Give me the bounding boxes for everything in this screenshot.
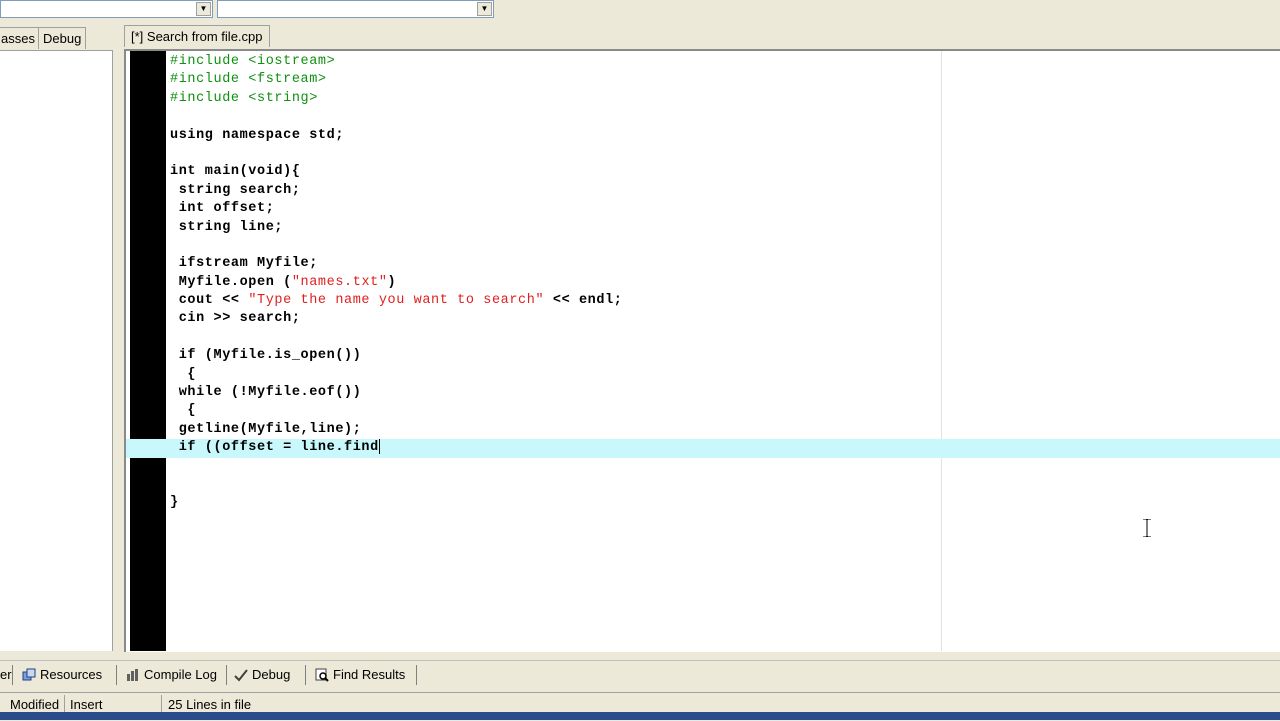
tab-debug-output[interactable]: Debug [232,665,302,685]
code-token: << endl; [544,293,623,309]
tab-classes[interactable]: asses [0,27,40,49]
code-line[interactable]: ​ [170,329,1280,347]
code-token: Myfile.open ( [170,274,292,290]
code-line[interactable]: cin >> search; [170,310,1280,328]
chevron-down-icon[interactable]: ▼ [196,2,211,16]
active-code-line[interactable]: if ((offset = line.find [126,439,1280,458]
debug-check-icon [234,669,248,682]
left-panel-tabs: asses Debug [0,27,116,49]
code-line[interactable]: #include <fstream> [170,71,1280,89]
preprocessor-token: #include <string> [170,90,318,106]
code-line[interactable]: if (Myfile.is_open()) [170,347,1280,365]
resources-icon [22,668,36,681]
tab-label: Resources [40,667,103,682]
string-literal: "Type the name you want to search" [248,293,545,309]
code-line[interactable]: ifstream Myfile; [170,255,1280,273]
code-line[interactable]: cout << "Type the name you want to searc… [170,292,1280,310]
code-line[interactable]: while (!Myfile.eof()) [170,384,1280,402]
code-token: string search; [170,182,301,198]
code-editor[interactable]: #include <iostream> #include <fstream> #in… [124,49,1280,652]
code-line[interactable]: int offset; [170,200,1280,218]
tab-label: Find Results [333,667,406,682]
tab-label: er [0,667,12,682]
code-token: cin >> search; [170,311,301,327]
tab-resources[interactable]: Resources [20,665,115,685]
code-line[interactable]: } [170,494,1280,512]
code-area[interactable]: #include <iostream> #include <fstream> #in… [126,53,1280,513]
bottom-panel-tabs: er Resources Compile Log Debug Find Resu… [0,660,1280,689]
code-line[interactable]: string line; [170,219,1280,237]
code-line[interactable]: ​ [170,108,1280,126]
chevron-down-icon[interactable]: ▼ [477,2,492,16]
tab-label: [*] Search from file.cpp [131,29,263,44]
tab-label: Debug [43,31,82,46]
toolbar: ▼ ▼ [0,0,1280,22]
code-token: } [170,495,179,511]
code-token: string line; [170,219,284,235]
code-token: { [170,403,197,419]
tab-label: Compile Log [144,667,217,682]
code-token: using namespace std; [170,127,345,143]
preprocessor-token: #include <fstream> [170,72,327,88]
code-line[interactable]: using namespace std; [170,127,1280,145]
compile-log-icon [127,669,138,681]
code-token: ) [387,274,397,290]
code-line[interactable]: #include <string> [170,90,1280,108]
preprocessor-token: #include <iostream> [170,54,336,69]
code-token: ifstream Myfile; [170,256,318,272]
code-line[interactable]: ​ [170,237,1280,255]
class-combo[interactable]: ▼ [0,0,213,18]
tab-label: Debug [252,667,291,682]
tab-compile-log[interactable]: Compile Log [124,665,224,685]
code-line[interactable]: ​ [170,145,1280,163]
tab-search-from-file[interactable]: [*] Search from file.cpp [124,25,270,47]
code-line[interactable]: { [170,402,1280,420]
code-line[interactable]: string search; [170,182,1280,200]
code-token: while (!Myfile.eof()) [170,385,362,401]
code-token: int main(void){ [170,164,301,180]
text-cursor-icon [1143,519,1151,537]
method-combo[interactable]: ▼ [217,0,494,18]
tab-label: asses [1,31,35,46]
tab-compiler[interactable]: er [0,665,12,685]
code-line[interactable]: int main(void){ [170,163,1280,181]
code-line[interactable]: ​ [170,476,1280,494]
code-token: cout << [170,293,249,309]
code-token: if ((offset = line.find [170,440,379,456]
code-line[interactable]: { [170,366,1280,384]
code-token: int offset; [170,201,275,217]
code-line[interactable]: Myfile.open ("names.txt") [170,274,1280,292]
string-literal: "names.txt" [291,274,388,290]
class-browser-panel[interactable] [0,50,113,651]
code-line[interactable]: getline(Myfile,line); [170,421,1280,439]
tab-debug[interactable]: Debug [38,27,87,49]
code-line[interactable]: ​ [170,458,1280,476]
code-token: { [170,366,197,382]
editor-gutter[interactable] [130,51,166,651]
code-token: getline(Myfile,line); [170,421,362,437]
tab-find-results[interactable]: Find Results [313,665,418,685]
code-token: if (Myfile.is_open()) [170,348,362,364]
find-results-icon [315,668,329,682]
code-line[interactable]: #include <iostream> [170,53,1280,71]
os-taskbar[interactable] [0,712,1280,720]
text-caret [378,439,380,455]
